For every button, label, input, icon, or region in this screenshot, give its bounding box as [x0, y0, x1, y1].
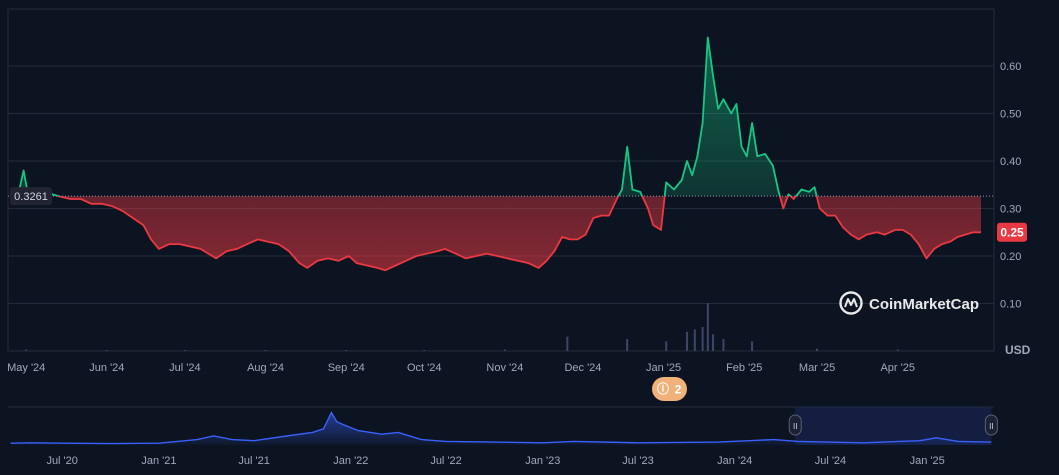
navigator-handle-left[interactable]: II [788, 414, 802, 436]
navigator-tick-label: Jan '24 [717, 455, 752, 467]
volume-bar [816, 348, 819, 351]
area-below-baseline [10, 196, 981, 271]
y-tick-label: 0.40 [1000, 156, 1021, 168]
volume-bar [706, 303, 709, 351]
y-tick-label: 0.20 [1000, 251, 1021, 263]
volume-bar [712, 334, 715, 351]
navigator-tick-label: Jul '21 [238, 455, 269, 467]
unit-label: USD [1005, 343, 1031, 357]
volume-bar [896, 349, 899, 351]
info-icon: ⓘ [657, 381, 669, 396]
volume-bar [701, 327, 704, 351]
navigator-tick-label: Jan '25 [910, 455, 945, 467]
x-tick-label: Nov '24 [486, 362, 523, 374]
volume-bar [686, 331, 689, 351]
volume-bar [25, 349, 28, 351]
handle-grip-icon: II [989, 422, 993, 431]
y-tick-label: 0.50 [1000, 109, 1021, 121]
range-navigator[interactable]: II II Jul '20 Jan '21 Jul '21 Jan '22 Jul '2… [8, 406, 998, 467]
volume-bar [423, 350, 426, 351]
x-tick-label: Feb '25 [726, 362, 762, 374]
volume-bar [345, 350, 348, 351]
navigator-x-axis: Jul '20 Jan '21 Jul '21 Jan '22 Jul '22 Jan '… [46, 455, 944, 467]
price-chart[interactable]: 0.10 0.20 0.30 0.40 0.50 0.60 May '24 Jun '24 J… [0, 0, 1059, 470]
volume-bar [626, 339, 629, 351]
y-tick-label: 0.60 [1000, 61, 1021, 73]
x-tick-label: Oct '24 [407, 362, 442, 374]
brand-watermark: CoinMarketCap [839, 291, 979, 315]
navigator-tick-label: Jan '21 [141, 455, 176, 467]
volume-bar [105, 350, 108, 351]
navigator-handle-right[interactable]: II [984, 414, 998, 436]
current-price-badge: 0.25 [997, 222, 1027, 242]
volume-bar [665, 341, 668, 351]
x-tick-label: Aug '24 [247, 362, 284, 374]
volume-bar [183, 350, 186, 351]
volume-bar [264, 350, 267, 351]
volume-bar [503, 349, 506, 351]
volume-bar [566, 336, 569, 351]
y-axis: 0.10 0.20 0.30 0.40 0.50 0.60 [1000, 61, 1021, 311]
navigator-tick-label: Jul '22 [430, 455, 461, 467]
handle-grip-icon: II [793, 422, 797, 431]
navigator-selected-range[interactable] [795, 407, 992, 445]
x-tick-label: Dec '24 [564, 362, 601, 374]
baseline-value: 0.3261 [14, 191, 48, 203]
price-chart-widget: 0.10 0.20 0.30 0.40 0.50 0.60 May '24 Jun '24 J… [0, 0, 1059, 470]
grid-lines [8, 65, 994, 304]
events-count: 2 [675, 383, 682, 397]
price-areas [10, 37, 981, 271]
y-tick-label: 0.10 [1000, 299, 1021, 311]
x-tick-label: May '24 [7, 362, 45, 374]
x-tick-label: Jan '25 [646, 362, 681, 374]
plot-frame [7, 8, 995, 352]
navigator-tick-label: Jan '22 [333, 455, 368, 467]
x-tick-label: Sep '24 [328, 362, 365, 374]
navigator-tick-label: Jul '20 [46, 455, 77, 467]
baseline-label: 0.3261 [10, 187, 52, 206]
x-tick-label: Jun '24 [89, 362, 124, 374]
brand-name: CoinMarketCap [869, 296, 979, 313]
navigator-tick-label: Jul '24 [815, 455, 846, 467]
volume-bar [722, 339, 725, 351]
current-price-value: 0.25 [1000, 225, 1024, 239]
x-tick-label: Apr '25 [880, 362, 915, 374]
volume-bar [693, 329, 696, 351]
x-tick-label: Mar '25 [799, 362, 835, 374]
volume-bars [25, 303, 899, 351]
events-badge[interactable]: ⓘ 2 [652, 377, 687, 401]
y-tick-label: 0.30 [1000, 204, 1021, 216]
volume-bar [751, 341, 754, 351]
navigator-tick-label: Jan '23 [525, 455, 560, 467]
x-tick-label: Jul '24 [169, 362, 200, 374]
navigator-tick-label: Jul '23 [622, 455, 653, 467]
x-axis: May '24 Jun '24 Jul '24 Aug '24 Sep '24 Oct '… [7, 362, 915, 374]
